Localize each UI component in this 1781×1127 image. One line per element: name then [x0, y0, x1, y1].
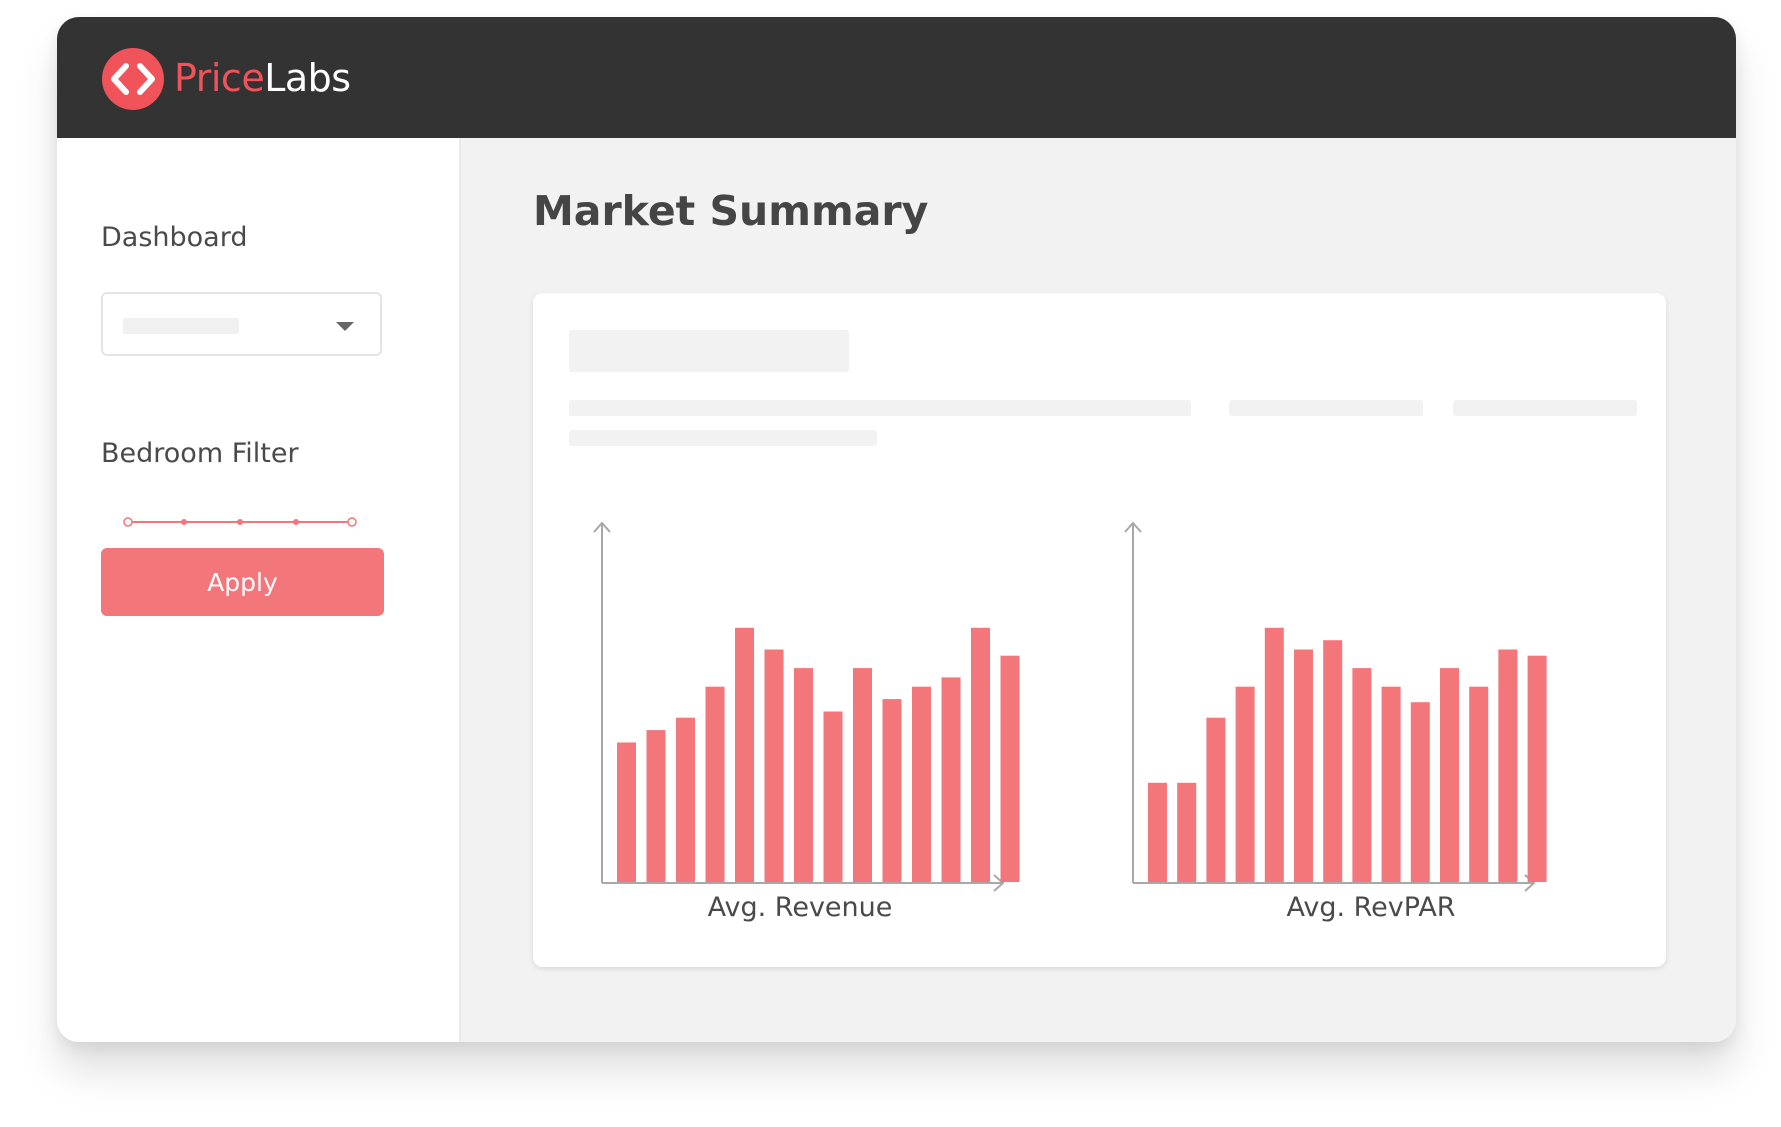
top-bar: PriceLabs [57, 17, 1736, 138]
chart-bar [941, 677, 961, 882]
chart-bar [1352, 668, 1372, 882]
chart-xlabel-avg-revenue: Avg. Revenue [707, 892, 893, 923]
chart-bar [882, 699, 902, 882]
chart-bar [1177, 782, 1197, 882]
chart-bar [971, 627, 990, 882]
chart-bar [912, 686, 931, 882]
chart-xlabel-avg-revpar: Avg. RevPAR [1286, 892, 1456, 923]
chart-bar [1469, 686, 1489, 882]
slider-stop [293, 519, 299, 525]
chart-bar [1323, 640, 1343, 882]
market-summary-card: Avg. Revenue Avg. RevPAR [533, 293, 1666, 967]
chart-bar [794, 668, 813, 882]
chart-bar [823, 711, 843, 882]
code-brackets-icon[interactable] [102, 48, 164, 110]
chart-bar [1264, 627, 1284, 882]
bar-chart-0 [593, 521, 1020, 892]
charts-area [593, 521, 1547, 892]
bedroom-filter-label: Bedroom Filter [101, 438, 299, 469]
dashboard-label: Dashboard [101, 222, 248, 253]
brand-name-part2: Labs [264, 56, 351, 100]
bedroom-range-slider[interactable] [123, 515, 357, 529]
chart-bar [853, 668, 872, 882]
chart-bar [1440, 668, 1459, 882]
chart-bar [705, 686, 725, 882]
chevron-down-icon [336, 322, 354, 331]
slider-handle-min[interactable] [123, 517, 133, 527]
bar-chart-1 [1124, 521, 1547, 892]
chart-bar [1206, 717, 1226, 882]
chart-bar [1410, 702, 1430, 882]
brand-logo[interactable]: PriceLabs [174, 55, 351, 101]
chart-bar [676, 717, 695, 882]
apply-button[interactable]: Apply [101, 548, 384, 616]
chart-bar [1148, 782, 1167, 882]
brand-name-part1: Price [174, 56, 265, 100]
select-value-placeholder [123, 318, 239, 334]
slider-stop [181, 519, 187, 525]
slider-stop [237, 519, 243, 525]
dashboard-select[interactable] [101, 292, 382, 356]
chart-bar [1235, 686, 1255, 882]
chart-bar [1498, 649, 1518, 882]
slider-handle-max[interactable] [347, 517, 357, 527]
page-title: Market Summary [533, 187, 929, 235]
chart-bar [1000, 655, 1020, 882]
chart-bar [735, 627, 754, 882]
chart-bar [1381, 686, 1401, 882]
chart-bar [617, 742, 636, 882]
chart-bar [646, 730, 666, 882]
chart-bar [1527, 655, 1547, 882]
chart-bar [1294, 649, 1313, 882]
app-window: PriceLabs Dashboard Bedroom Filter Apply… [57, 17, 1736, 1042]
chart-bar [764, 649, 784, 882]
